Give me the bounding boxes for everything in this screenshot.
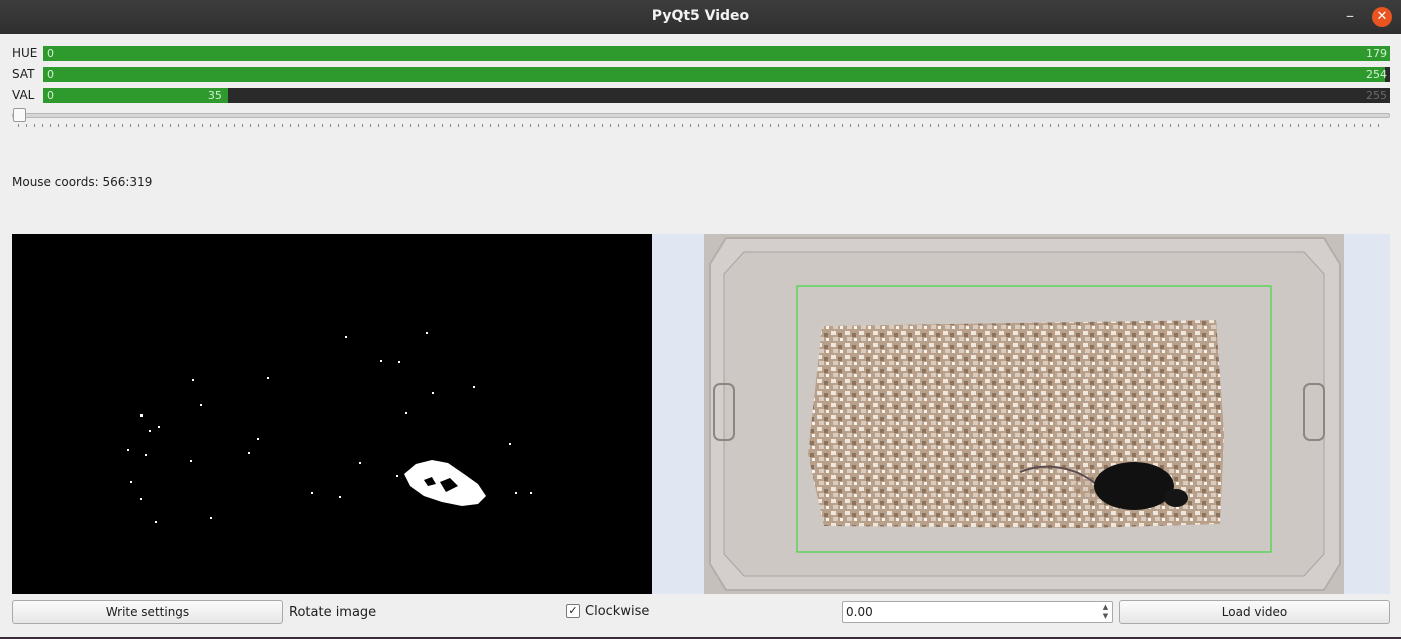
video-frame-image bbox=[704, 234, 1344, 594]
rotation-value-input[interactable] bbox=[846, 604, 1096, 620]
clockwise-label[interactable]: Clockwise bbox=[585, 604, 649, 619]
slider-ticks bbox=[18, 124, 1384, 127]
hue-max-value: 179 bbox=[1366, 47, 1387, 60]
val-full-value: 255 bbox=[1366, 89, 1387, 102]
mouse-body bbox=[1094, 462, 1174, 510]
sat-range-slider[interactable]: 0 254 bbox=[43, 67, 1390, 82]
frame-slider[interactable] bbox=[12, 108, 1390, 130]
sat-min-value: 0 bbox=[47, 68, 54, 81]
minimize-icon[interactable]: – bbox=[1341, 7, 1359, 25]
title-bar: PyQt5 Video – ✕ bbox=[0, 0, 1401, 34]
video-view-padding bbox=[1344, 234, 1390, 594]
slider-handle[interactable] bbox=[13, 108, 26, 122]
slider-groove bbox=[12, 113, 1390, 118]
val-min-value: 0 bbox=[47, 89, 54, 102]
close-icon[interactable]: ✕ bbox=[1372, 7, 1392, 27]
clockwise-checkbox[interactable]: ✓ bbox=[566, 604, 580, 618]
load-video-button[interactable]: Load video bbox=[1119, 600, 1390, 624]
val-max-value: 35 bbox=[207, 89, 222, 102]
mask-image bbox=[127, 332, 532, 523]
spin-up-icon[interactable]: ▲ bbox=[1100, 603, 1111, 612]
rotation-spinbox[interactable]: ▲ ▼ bbox=[842, 601, 1113, 623]
sat-label: SAT bbox=[12, 67, 35, 81]
sat-max-value: 254 bbox=[1366, 68, 1387, 81]
mouse-coords-label: Mouse coords: 566:319 bbox=[12, 175, 153, 189]
hue-range-fill bbox=[43, 46, 1390, 61]
val-label: VAL bbox=[12, 88, 35, 102]
threshold-mask-view[interactable] bbox=[12, 234, 652, 594]
hue-range-slider[interactable]: 0 179 bbox=[43, 46, 1390, 61]
write-settings-button[interactable]: Write settings bbox=[12, 600, 283, 624]
val-range-fill bbox=[43, 88, 228, 103]
hue-label: HUE bbox=[12, 46, 38, 60]
sat-range-fill bbox=[43, 67, 1385, 82]
video-frame-view[interactable] bbox=[704, 234, 1344, 594]
spin-down-icon[interactable]: ▼ bbox=[1100, 612, 1111, 621]
window-title: PyQt5 Video bbox=[651, 8, 750, 24]
app-window: PyQt5 Video – ✕ HUE 0 179 SAT 0 254 VAL … bbox=[0, 0, 1401, 639]
val-range-slider[interactable]: 0 35 255 bbox=[43, 88, 1390, 103]
hue-min-value: 0 bbox=[47, 47, 54, 60]
mask-view-padding bbox=[652, 234, 704, 594]
rotate-image-label: Rotate image bbox=[289, 605, 377, 620]
